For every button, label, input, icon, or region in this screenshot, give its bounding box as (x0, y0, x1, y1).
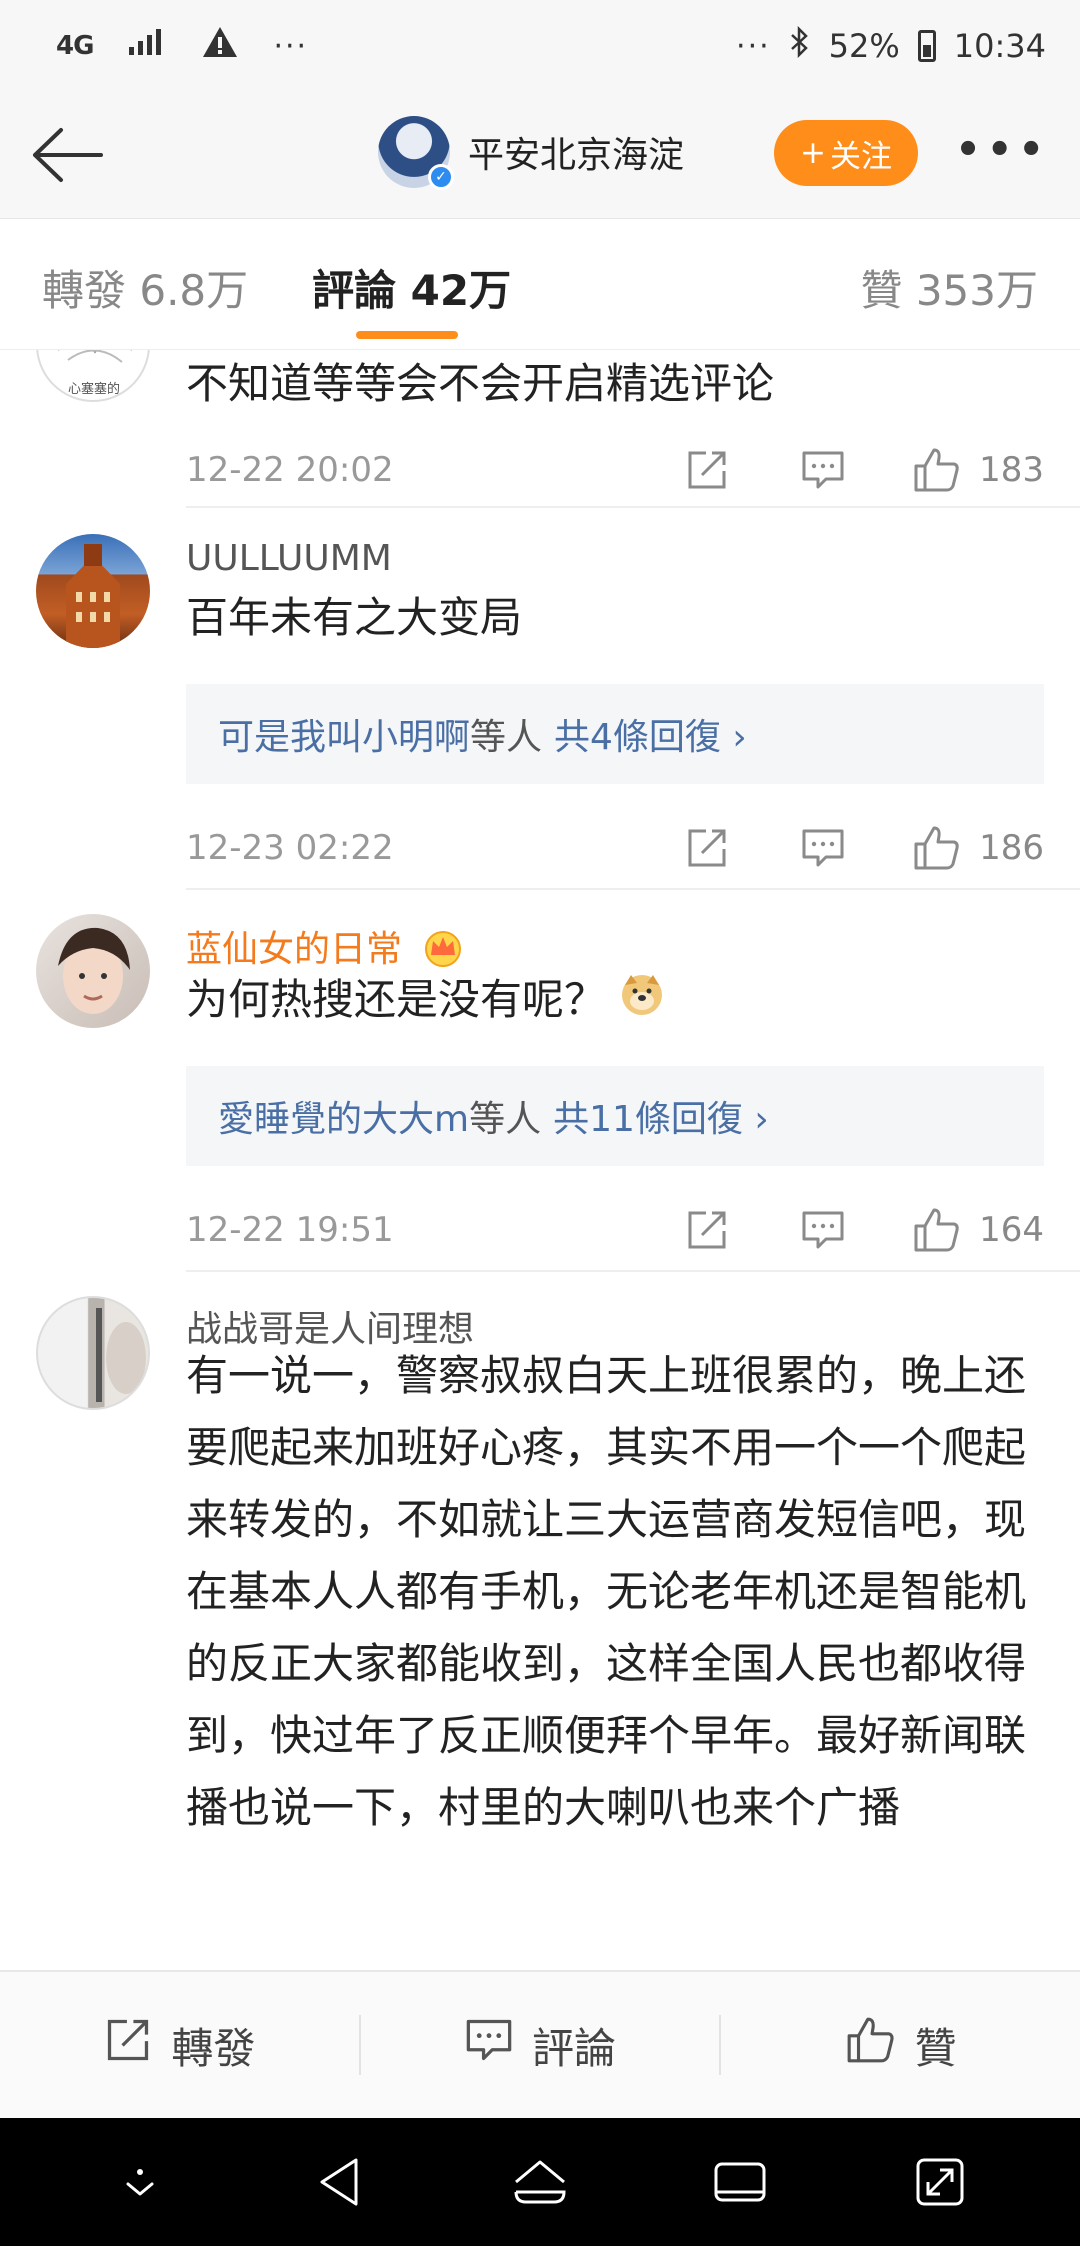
like-icon[interactable] (907, 440, 967, 500)
share-icon[interactable] (677, 440, 737, 500)
like-button[interactable]: 贊 (721, 2015, 1080, 2076)
nav-recents-button[interactable] (695, 2137, 785, 2227)
tab-comment[interactable]: 評論 42万 (312, 257, 511, 318)
account-profile[interactable]: ✓ 平安北京海淀 (378, 116, 684, 190)
comment-text: 百年未有之大变局 (186, 593, 523, 642)
avatar[interactable] (36, 914, 150, 1028)
comment-icon[interactable] (793, 818, 853, 878)
status-right: ··· 52% 10:34 (736, 25, 1046, 66)
app-header: ✓ 平安北京海淀 + 关注 ••• (0, 92, 1080, 218)
comment-username[interactable]: UULLUUMM (186, 538, 392, 579)
battery-icon (917, 30, 936, 62)
like-count: 183 (979, 450, 1044, 490)
bluetooth-icon (789, 25, 811, 66)
reply-etc: 等人 (470, 717, 543, 758)
chevron-down-icon (126, 2169, 154, 2196)
reply-count-link: 共11條回復 › (553, 1099, 769, 1140)
expand-icon (916, 2158, 964, 2206)
share-icon[interactable] (677, 1200, 737, 1260)
bottom-action-bar: 轉發 評論 贊 (0, 1970, 1080, 2118)
repost-label: 轉發 (171, 2023, 256, 2073)
like-icon[interactable] (907, 1200, 967, 1260)
avatar-caption: 心塞塞的 (68, 382, 121, 397)
back-button[interactable] (28, 120, 104, 190)
more-notifications: ··· (273, 28, 309, 64)
comment-text: 不知道等等会不会开启精选评论 (186, 359, 775, 408)
like-label: 贊 (914, 2023, 957, 2073)
comment-icon[interactable] (793, 1200, 853, 1260)
more-options-button[interactable]: ••• (955, 130, 1050, 170)
nav-hide-button[interactable] (95, 2137, 185, 2227)
comment-footer: 12-23 02:22 186 (186, 818, 1044, 878)
reply-username: 可是我叫小明啊 (218, 717, 471, 758)
reply-count-link: 共4條回復 › (554, 717, 747, 758)
replies-preview[interactable]: 愛睡覺的大大m 等人 共11條回復 › (186, 1066, 1044, 1166)
comment-footer: 12-22 19:51 164 (186, 1200, 1044, 1260)
doge-emoji-icon (619, 967, 665, 1039)
account-avatar[interactable]: ✓ (378, 116, 454, 190)
comment-text-content: 为何热搜还是没有呢？ (186, 975, 607, 1024)
recents-icon (714, 2162, 766, 2202)
comment-date: 12-22 20:02 (186, 450, 394, 490)
signal-icon (127, 27, 167, 65)
avatar[interactable] (36, 1296, 150, 1410)
home-icon (514, 2160, 566, 2204)
comment-date: 12-22 19:51 (186, 1210, 394, 1250)
comment-divider (186, 888, 1080, 890)
tab-repost[interactable]: 轉發 6.8万 (42, 257, 248, 318)
comment-label: 評論 (532, 2023, 617, 2073)
nav-home-button[interactable] (495, 2137, 585, 2227)
account-name[interactable]: 平安北京海淀 (468, 126, 684, 178)
comment-divider (186, 506, 1080, 508)
like-icon[interactable] (907, 818, 967, 878)
content-tabs: 轉發 6.8万 評論 42万 贊 353万 (0, 218, 1080, 350)
battery-percent: 52% (828, 27, 900, 65)
tab-like[interactable]: 贊 353万 (860, 257, 1038, 318)
comment-actions: 164 (677, 1200, 1044, 1260)
replies-preview[interactable]: 可是我叫小明啊 等人 共4條回復 › (186, 684, 1044, 784)
share-icon (103, 2015, 153, 2075)
reply-username: 愛睡覺的大大m (218, 1099, 470, 1140)
follow-label: 关注 (829, 138, 892, 175)
back-arrow-icon (33, 128, 103, 182)
like-count: 186 (979, 828, 1044, 868)
weibo-comments-screen: 4G ··· ··· 52% 10:34 ✓ 平安北京海淀 + 关注 ••• 轉… (0, 0, 1080, 2246)
like-count: 164 (979, 1210, 1044, 1250)
network-type: 4G (56, 31, 94, 61)
comment-divider (186, 1270, 1080, 1272)
avatar[interactable]: 心塞塞的 (36, 350, 150, 402)
comment-actions: 183 (677, 440, 1044, 500)
nav-fullscreen-button[interactable] (895, 2137, 985, 2227)
follow-button[interactable]: + 关注 (774, 120, 918, 186)
status-dots: ··· (736, 28, 771, 64)
warning-icon (201, 25, 239, 67)
plus-icon: + (800, 135, 826, 171)
clock: 10:34 (953, 27, 1046, 65)
comment-list[interactable]: 心塞塞的 不知道等等会不会开启精选评论 12-22 20:02 183 UULL… (0, 350, 1080, 1970)
status-bar: 4G ··· ··· 52% 10:34 (0, 0, 1080, 92)
nav-back-button[interactable] (295, 2137, 385, 2227)
system-nav-bar (0, 2118, 1080, 2246)
share-icon[interactable] (677, 818, 737, 878)
repost-button[interactable]: 轉發 (0, 2015, 359, 2076)
comment-button[interactable]: 評論 (361, 2015, 720, 2076)
verified-icon: ✓ (428, 164, 454, 190)
comment-date: 12-23 02:22 (186, 828, 394, 868)
back-triangle-icon (320, 2158, 358, 2206)
active-tab-indicator (356, 331, 458, 339)
comment-actions: 186 (677, 818, 1044, 878)
comment-text: 为何热搜还是没有呢？ (186, 964, 1046, 1039)
avatar[interactable] (36, 534, 150, 648)
reply-etc: 等人 (469, 1099, 542, 1140)
comment-icon[interactable] (793, 440, 853, 500)
comment-icon (464, 2015, 514, 2075)
comment-footer: 12-22 20:02 183 (186, 440, 1044, 500)
like-icon (845, 2015, 897, 2075)
status-left: 4G ··· (56, 25, 308, 67)
comment-text: 有一说一，警察叔叔白天上班很累的，晚上还要爬起来加班好心疼，其实不用一个一个爬起… (186, 1351, 1027, 1832)
